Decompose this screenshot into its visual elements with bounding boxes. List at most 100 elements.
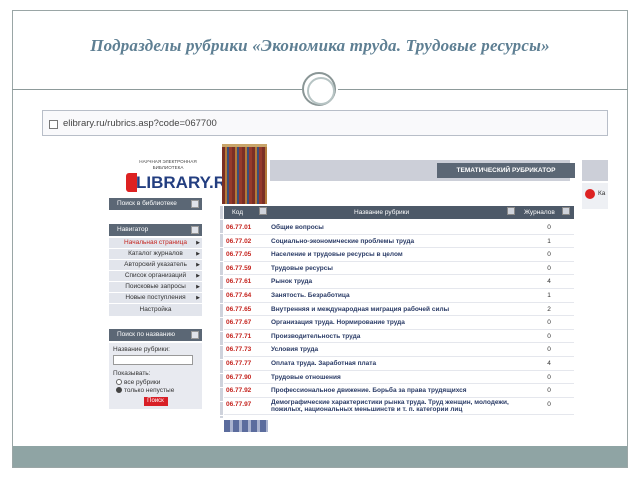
table-row[interactable]: 06.77.05 Население и трудовые ресурсы в ц…: [224, 248, 574, 262]
journal-count: 4: [547, 359, 551, 367]
arrow-right-icon: ▶: [196, 273, 200, 279]
journal-count: 0: [547, 387, 551, 395]
logo-caption-line1: НАУЧНАЯ ЭЛЕКТРОННАЯ: [139, 159, 197, 164]
rubric-code[interactable]: 06.77.92: [226, 387, 266, 394]
journal-count: 0: [547, 400, 551, 408]
footer-stripe: [224, 420, 268, 432]
journal-count: 0: [547, 373, 551, 381]
table-row[interactable]: 06.77.65 Внутренняя и международная мигра…: [224, 302, 574, 317]
nav-item-label: Список организаций: [124, 272, 187, 279]
nav-item-home[interactable]: Начальная страница ▶: [109, 238, 202, 249]
table-row[interactable]: 06.77.90 Трудовые отношения 0: [224, 371, 574, 385]
table-row[interactable]: 06.77.64 Занятость. Безработица 1: [224, 289, 574, 303]
journal-count: 1: [547, 291, 551, 299]
rubric-code[interactable]: 06.77.67: [226, 319, 266, 326]
rubric-code[interactable]: 06.77.71: [226, 333, 266, 340]
slide-title: Подразделы рубрики «Экономика труда. Тру…: [90, 36, 550, 55]
rubric-name[interactable]: Общие вопросы: [271, 224, 526, 231]
rubric-code[interactable]: 06.77.59: [226, 265, 266, 272]
table-row[interactable]: 06.77.01 Общие вопросы 0: [224, 221, 574, 235]
arrow-right-icon: ▶: [196, 262, 200, 268]
nav-item-organizations[interactable]: Список организаций ▶: [109, 271, 202, 282]
rubric-name[interactable]: Производительность труда: [271, 333, 526, 340]
rubric-code[interactable]: 06.77.90: [226, 374, 266, 381]
nav-item-settings[interactable]: Настройка: [109, 304, 202, 317]
rubric-code[interactable]: 06.77.97: [226, 401, 266, 408]
rubric-name-input[interactable]: [113, 355, 193, 365]
title-divider-right: [338, 89, 628, 90]
rubric-code[interactable]: 06.77.64: [226, 292, 266, 299]
nav-item-label: Новые поступления: [125, 294, 186, 301]
journal-count: 0: [547, 251, 551, 259]
table-row[interactable]: 06.77.71 Производительность труда 0: [224, 329, 574, 344]
slide-bottom-bar: [13, 446, 627, 467]
table-row[interactable]: 06.77.92 Профессиональное движение. Борьб…: [224, 384, 574, 398]
collapse-icon[interactable]: [191, 200, 199, 208]
arrow-right-icon: ▶: [196, 251, 200, 257]
rubric-code[interactable]: 06.77.01: [226, 224, 266, 231]
sort-journals-icon[interactable]: [562, 206, 570, 219]
table-row[interactable]: 06.77.59 Трудовые ресурсы 0: [224, 262, 574, 276]
table-body: 06.77.01 Общие вопросы 0 06.77.02 Социально-…: [224, 221, 574, 415]
search-by-name-title: Поиск по названию: [117, 331, 175, 338]
rubric-code[interactable]: 06.77.77: [226, 360, 266, 367]
rubric-name[interactable]: Население и трудовые ресурсы в целом: [271, 251, 526, 258]
rubric-name[interactable]: Трудовые ресурсы: [271, 265, 526, 272]
sort-code-icon[interactable]: [259, 206, 267, 219]
left-sidebar: Поиск в библиотеке Навигатор Начальная с…: [109, 198, 202, 409]
col-journals-label: Журналов: [524, 209, 555, 216]
radio-all[interactable]: [116, 379, 122, 385]
show-label: Показывать:: [113, 370, 151, 377]
rubric-name[interactable]: Условия труда: [271, 346, 526, 353]
collapse-icon[interactable]: [191, 331, 199, 339]
table-row[interactable]: 06.77.61 Рынок труда 4: [224, 275, 574, 289]
nav-item-new-arrivals[interactable]: Новые поступления ▶: [109, 293, 202, 304]
collapse-icon[interactable]: [191, 226, 199, 234]
rubric-name[interactable]: Внутренняя и международная миграция рабо…: [271, 306, 526, 313]
radio-nonempty-option[interactable]: только непустые: [113, 387, 198, 394]
rubric-name-label: Название рубрики:: [113, 346, 170, 353]
logo-caption-line2: БИБЛИОТЕКА: [152, 164, 184, 170]
rubric-code[interactable]: 06.77.65: [226, 306, 266, 313]
rubric-name[interactable]: Оплата труда. Заработная плата: [271, 360, 526, 367]
rubric-name[interactable]: Занятость. Безработица: [271, 292, 526, 299]
browser-address-bar[interactable]: elibrary.ru/rubrics.asp?code=067700: [42, 110, 608, 136]
search-library-header[interactable]: Поиск в библиотеке: [109, 198, 202, 210]
nav-item-journals[interactable]: Каталог журналов ▶: [109, 249, 202, 260]
rubric-name[interactable]: Социально-экономические проблемы труда: [271, 238, 526, 245]
col-journals-header[interactable]: Журналов: [524, 206, 555, 219]
radio-nonempty[interactable]: [116, 387, 122, 393]
table-row[interactable]: 06.77.67 Организация труда. Нормирование …: [224, 316, 574, 330]
rubric-code[interactable]: 06.77.73: [226, 346, 266, 353]
search-button[interactable]: Поиск: [143, 397, 168, 406]
table-row[interactable]: 06.77.77 Оплата труда. Заработная плата 4: [224, 356, 574, 371]
table-row[interactable]: 06.77.73 Условия труда 0: [224, 343, 574, 357]
rubric-code[interactable]: 06.77.61: [226, 278, 266, 285]
search-by-name-header[interactable]: Поиск по названию: [109, 329, 202, 341]
table-header: Код Название рубрики Журналов: [224, 206, 574, 219]
table-row[interactable]: 06.77.97 Демографические характеристики р…: [224, 398, 574, 415]
rubric-name[interactable]: Трудовые отношения: [271, 374, 526, 381]
address-url[interactable]: elibrary.ru/rubrics.asp?code=067700: [63, 118, 217, 129]
rubric-name[interactable]: Организация труда. Нормирование труда: [271, 319, 526, 326]
col-code-header[interactable]: Код: [232, 206, 243, 219]
nav-item-label: Настройка: [139, 306, 172, 313]
right-header-strip: [582, 160, 608, 181]
nav-item-label: Каталог журналов: [128, 250, 183, 257]
col-code-label: Код: [232, 209, 244, 216]
sort-name-icon[interactable]: [507, 206, 515, 219]
rubric-name[interactable]: Профессиональное движение. Борьба за пра…: [271, 387, 526, 394]
rubric-code[interactable]: 06.77.05: [226, 251, 266, 258]
journal-count: 4: [547, 278, 551, 286]
nav-item-queries[interactable]: Поисковые запросы ▶: [109, 282, 202, 293]
rubric-name[interactable]: Демографические характеристики рынка тру…: [271, 399, 526, 413]
right-panel-icon[interactable]: [585, 189, 595, 199]
radio-all-option[interactable]: все рубрики: [113, 379, 198, 386]
rubric-code[interactable]: 06.77.02: [226, 238, 266, 245]
table-row[interactable]: 06.77.02 Социально-экономические проблемы…: [224, 235, 574, 249]
rubricator-header: ТЕМАТИЧЕСКИЙ РУБРИКАТОР: [437, 163, 575, 178]
col-name-header[interactable]: Название рубрики: [354, 206, 409, 219]
nav-item-authors[interactable]: Авторский указатель ▶: [109, 260, 202, 271]
rubric-name[interactable]: Рынок труда: [271, 278, 526, 285]
navigator-header[interactable]: Навигатор: [109, 224, 202, 236]
